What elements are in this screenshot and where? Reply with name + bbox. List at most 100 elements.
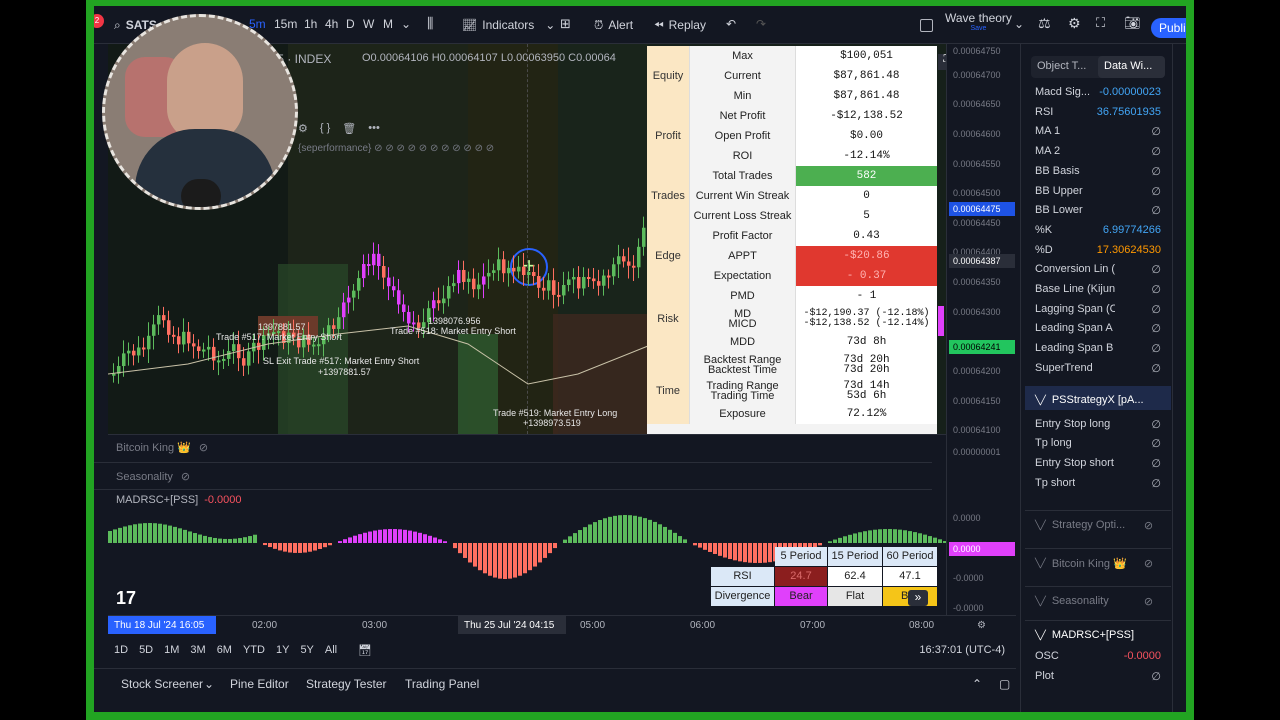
- range-6m[interactable]: 6M: [217, 644, 232, 656]
- candle-body: [587, 277, 591, 280]
- histogram-bar: [303, 543, 307, 553]
- table-row: PMD - 1: [647, 286, 937, 306]
- range-5d[interactable]: 5D: [139, 644, 153, 656]
- histogram-bar: [888, 529, 892, 543]
- candle-body: [232, 344, 236, 352]
- histogram-bar: [363, 532, 367, 543]
- gear-icon[interactable]: ⚙: [1068, 15, 1081, 32]
- notification-badge[interactable]: 2: [94, 14, 104, 28]
- timeframe-w[interactable]: W: [363, 17, 374, 31]
- replay-button[interactable]: ⏪︎ Replay: [654, 14, 706, 36]
- histogram-bar: [138, 523, 142, 543]
- timeframe-15m[interactable]: 15m: [274, 17, 297, 31]
- price-label: 0.00064150: [953, 396, 1001, 406]
- price-label: 0.00064300: [953, 307, 1001, 317]
- data-window-key: Lagging Span (Chikou): [1035, 302, 1115, 315]
- indicators-button[interactable]: 📈︎ Indicators ⌄: [462, 14, 555, 36]
- timeframe-1h[interactable]: 1h: [304, 17, 317, 31]
- tab-strategy-tester[interactable]: Strategy Tester: [306, 677, 386, 691]
- collapse-icon[interactable]: ⌃: [972, 677, 982, 691]
- chevron-down-icon[interactable]: ⌄: [1014, 17, 1024, 31]
- tab-object-tree[interactable]: Object T...: [1031, 56, 1098, 78]
- time-axis[interactable]: Thu 18 Jul '24 16:05 02:00 03:00 Thu 25 …: [108, 615, 1016, 635]
- eye-hidden-icon[interactable]: ⊘: [181, 470, 190, 483]
- eye-hidden-icon[interactable]: ⊘: [1144, 519, 1153, 532]
- table-value-cell: 72.12%: [795, 404, 937, 424]
- histogram-bar: [343, 539, 347, 543]
- candle-body: [552, 280, 556, 295]
- data-window-key: OSC: [1035, 650, 1059, 663]
- candle-body: [157, 315, 161, 325]
- quick-search-icon[interactable]: ⚖: [1038, 15, 1051, 32]
- fullscreen-icon[interactable]: ⛶: [1096, 15, 1105, 31]
- alert-button[interactable]: ⏰︎ Alert: [594, 14, 633, 36]
- data-window-key: SuperTrend: [1035, 361, 1093, 374]
- clock-readout[interactable]: 16:37:01 (UTC-4): [919, 644, 1005, 656]
- tab-pine-editor[interactable]: Pine Editor: [230, 677, 289, 691]
- range-5y[interactable]: 5Y: [300, 644, 313, 656]
- section-hidden[interactable]: ╲╱ Bitcoin King 👑 ⊘: [1025, 548, 1171, 572]
- eye-hidden-icon[interactable]: ⊘: [1144, 557, 1153, 570]
- publish-button[interactable]: Publis: [1151, 18, 1186, 38]
- layout-name[interactable]: Wave theory Save: [945, 11, 1012, 32]
- undo-icon[interactable]: ↶: [726, 17, 736, 31]
- eye-hidden-icon[interactable]: ⊘: [199, 441, 208, 454]
- range-1d[interactable]: 1D: [114, 644, 128, 656]
- camera-icon[interactable]: 📷︎: [1124, 15, 1141, 31]
- range-1m[interactable]: 1M: [164, 644, 179, 656]
- data-window-row: Conversion Lin (Tenka... ∅: [1035, 263, 1161, 281]
- table-header: 15 Period: [828, 547, 882, 566]
- section-hidden[interactable]: ╲╱ Seasonality ⊘: [1025, 586, 1171, 610]
- table-key-cell: Backtest Range Backtest Time: [689, 352, 795, 378]
- axis-settings-icon[interactable]: ⚙: [977, 620, 986, 631]
- candle-body: [442, 298, 446, 304]
- eye-hidden-icon[interactable]: ⊘: [1144, 595, 1153, 608]
- data-window-key: MA 2: [1035, 145, 1061, 158]
- candle-body: [597, 281, 601, 286]
- histogram-bar: [538, 543, 542, 563]
- frame-border-bottom: [86, 712, 1194, 720]
- table-category-cell: Equity: [647, 66, 689, 86]
- table-row: Net Profit -$12,138.52: [647, 106, 937, 126]
- table-value-cell: $0.00: [795, 126, 937, 146]
- price-axis[interactable]: 0.00064750 0.00064700 0.00064650 0.00064…: [946, 44, 1016, 624]
- section-strategy-label: PSStrategyX [pA...: [1051, 394, 1144, 406]
- section-hidden[interactable]: ╲╱ Strategy Opti... ⊘: [1025, 510, 1171, 534]
- range-ytd[interactable]: YTD: [243, 644, 265, 656]
- range-all[interactable]: All: [325, 644, 337, 656]
- tab-data-window[interactable]: Data Wi...: [1098, 56, 1165, 78]
- price-tag-crosshair: 0.00064475: [949, 202, 1015, 216]
- templates-icon[interactable]: ⊞: [560, 16, 571, 32]
- redo-icon[interactable]: ↷: [756, 17, 766, 31]
- candle-body: [582, 277, 586, 289]
- range-3m[interactable]: 3M: [190, 644, 205, 656]
- table-value-cell: 0.43: [795, 226, 937, 246]
- chevron-down-icon[interactable]: ⌄: [204, 677, 214, 691]
- section-madrsc[interactable]: ╲╱ MADRSC+[PSS]: [1025, 620, 1171, 644]
- data-window-key: %D: [1035, 243, 1053, 256]
- section-strategy[interactable]: ╲╱ PSStrategyX [pA...: [1025, 385, 1171, 410]
- timeframe-dropdown-icon[interactable]: ⌄: [401, 17, 411, 31]
- histogram-bar: [513, 543, 517, 578]
- candle-body: [642, 227, 646, 247]
- histogram-bar: [908, 531, 912, 543]
- pane-separator: [94, 462, 932, 463]
- tab-trading-panel[interactable]: Trading Panel: [405, 677, 479, 691]
- data-window-value: ∅: [1151, 362, 1161, 375]
- legend-seasonality[interactable]: Seasonality ⊘: [116, 470, 190, 484]
- timeframe-d[interactable]: D: [346, 17, 355, 31]
- chart-type-icon[interactable]: ⫼: [427, 15, 433, 32]
- tab-stock-screener[interactable]: Stock Screener: [121, 677, 203, 691]
- layout-icon[interactable]: [920, 19, 933, 32]
- histogram-bar: [163, 524, 167, 543]
- timeframe-4h[interactable]: 4h: [325, 17, 338, 31]
- maximize-panel-icon[interactable]: ▢: [999, 677, 1010, 691]
- timeframe-m[interactable]: M: [383, 17, 393, 31]
- histogram-bar: [113, 529, 117, 543]
- go-to-date-icon[interactable]: 📅︎: [358, 644, 372, 657]
- candle-body: [492, 270, 496, 273]
- double-chevron-right-icon[interactable]: »: [908, 590, 928, 606]
- data-window-value: ∅: [1151, 303, 1161, 316]
- legend-bitcoin-king[interactable]: Bitcoin King 👑 ⊘: [116, 441, 208, 454]
- range-1y[interactable]: 1Y: [276, 644, 289, 656]
